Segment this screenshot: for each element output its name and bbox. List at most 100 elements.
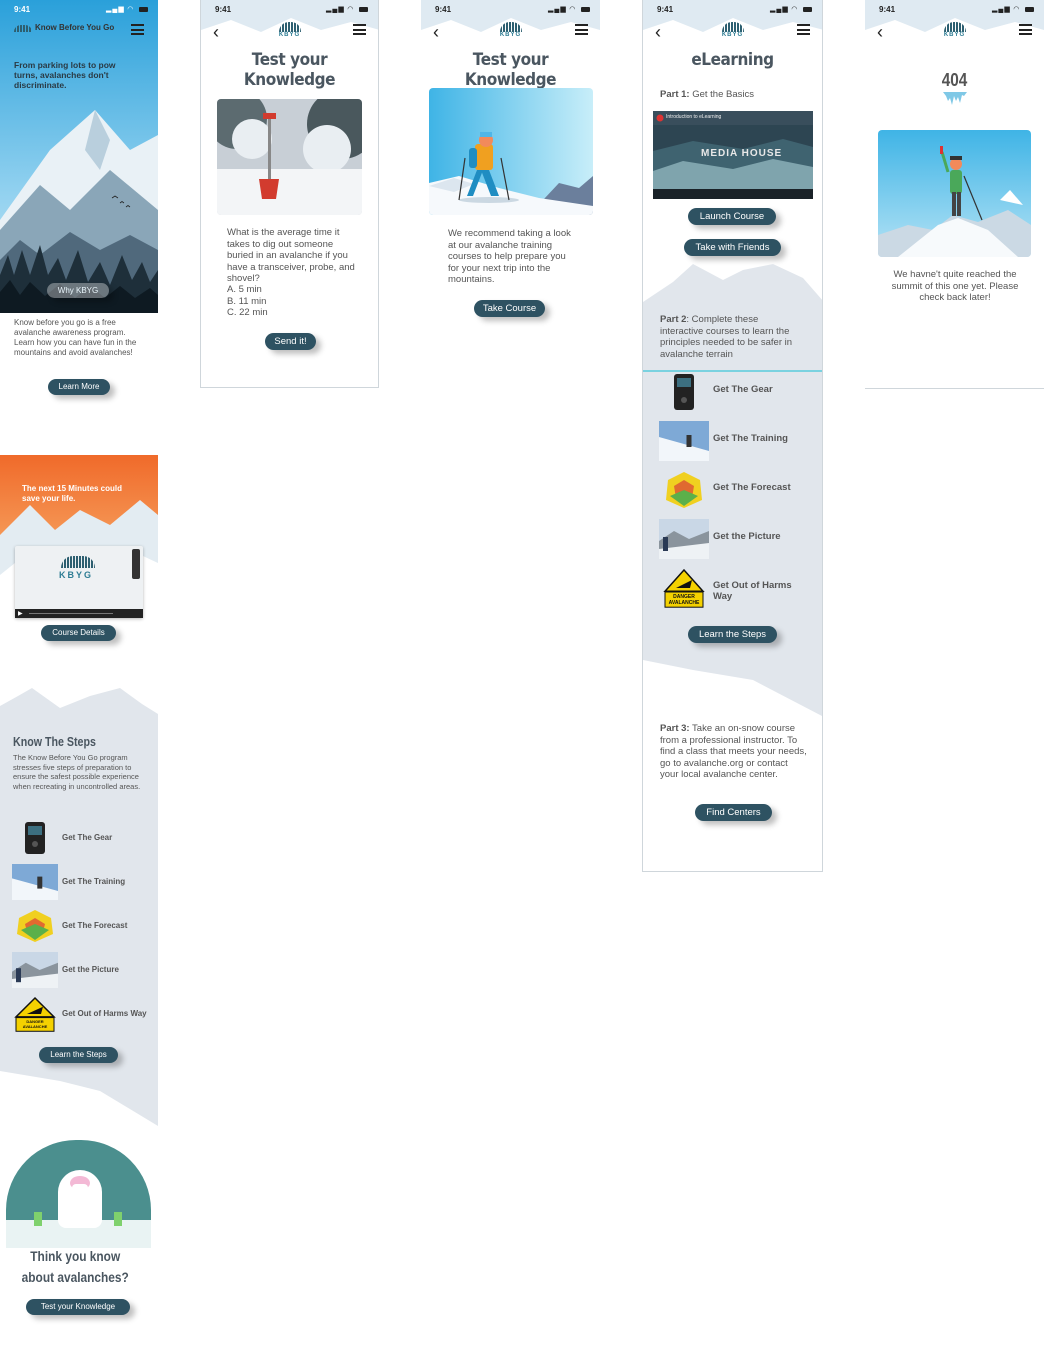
intro-text: Know before you go is a free avalanche a… [14,318,137,357]
error-code: 404 [941,70,968,90]
step-item[interactable]: Get The Forecast [12,908,152,952]
hamburger-menu-icon[interactable] [353,24,366,38]
kbyg-logo[interactable]: KBYG [721,22,745,38]
kbyg-logo[interactable]: KBYG [499,22,523,38]
logo-text: KBYG [278,32,301,38]
step-item[interactable]: DANGER AVALANCHE Get Out of Harms Way [12,996,152,1040]
learn-more-button[interactable]: Learn More [48,379,110,395]
learn-the-steps-button[interactable]: Learn the Steps [39,1047,118,1063]
back-arrow-icon[interactable]: ‹ [213,22,219,43]
summit-climber-illustration [878,130,1031,257]
answer-option[interactable]: B. 11 min [227,296,359,308]
icicles-icon [943,92,967,105]
status-icons: ▂▄▆ ◠ [548,5,590,13]
steps-intro: The Know Before You Go program stresses … [13,753,141,791]
hiker-illustration [429,88,593,215]
launch-course-button[interactable]: Launch Course [688,208,776,225]
video-brand-text: MEDIA HOUSE [701,148,783,159]
answer-option[interactable]: A. 5 min [227,284,359,296]
test-your-knowledge-button[interactable]: Test your Knowledge [26,1299,130,1315]
step-item[interactable]: Get The Forecast [659,470,819,514]
yeti-illustration [6,1140,151,1248]
kbyg-logo[interactable]: KBYG [278,22,302,38]
step-label: Get Out of Harms Way [713,580,792,602]
hero-text: From parking lots to pow turns, avalanch… [14,60,116,90]
logo-text: KBYG [721,32,744,38]
hamburger-menu-icon[interactable] [131,24,144,38]
danger-sign-text: DANGER AVALANCHE [22,1019,48,1029]
dome-logo-icon [721,22,744,32]
screen-quiz-result: 9:41 ▂▄▆ ◠ ‹ KBYG Test your Knowledge We … [421,0,600,388]
step-icon: DANGER AVALANCHE [659,568,709,608]
part2-text: Part 2: Complete these interactive cours… [660,314,800,360]
kbyg-logo[interactable]: KBYG [943,22,967,38]
progress-track[interactable] [29,613,113,614]
step-item[interactable]: Get the Picture [659,519,819,563]
take-with-friends-button[interactable]: Take with Friends [684,239,781,256]
step-item[interactable]: Get the Picture [12,952,152,996]
part2-label: Part 2 [660,314,687,325]
video-logo-dome-icon [61,556,95,568]
back-arrow-icon[interactable]: ‹ [433,22,439,43]
step-item[interactable]: DANGER AVALANCHE Get Out of Harms Way [659,568,819,612]
yeti-icon [58,1170,102,1228]
step-item[interactable]: Get The Training [12,864,152,908]
logo-text: KBYG [943,32,966,38]
step-icon [12,820,58,856]
video-side-controls [132,549,140,579]
recommendation-text: We recommend taking a look at our avalan… [448,228,571,285]
status-bar: 9:41 ▂▄▆ ◠ [865,0,1044,18]
dome-logo-icon [499,22,522,32]
why-kbyg-button[interactable]: Why KBYG [47,283,109,298]
forecast-map-icon [17,910,53,942]
answer-options: A. 5 min B. 11 min C. 22 min [227,284,359,319]
steps-heading: Know The Steps [13,734,96,749]
page-title: Test your Knowledge [464,50,557,90]
step-label: Get The Forecast [713,482,791,493]
status-time: 9:41 [215,5,232,14]
video-heading: The next 15 Minutes could save your life… [22,484,123,503]
mountain-photo-icon [12,952,58,988]
screen-elearning: 9:41 ▂▄▆ ◠ ‹ KBYG eLearning Part 1: Get t… [642,0,823,872]
intro-video-thumbnail[interactable]: KBYG ▶ [15,546,143,618]
hamburger-menu-icon[interactable] [1019,24,1032,38]
send-it-button[interactable]: Send it! [265,333,316,350]
step-label: Get The Training [62,877,126,886]
training-photo-icon [659,421,709,461]
hero-mountain-illustration [0,0,158,313]
screen-home: 9:41 ▂▄▆ ◠ Know Before You Go From parki… [0,0,158,1351]
status-icons: ▂▄▆ ◠ [992,5,1034,13]
learn-the-steps-button[interactable]: Learn the Steps [688,626,777,643]
find-centers-button[interactable]: Find Centers [695,804,772,821]
transceiver-icon [674,374,694,410]
status-bar: 9:41 ▂▄▆ ◠ [643,0,822,18]
dome-logo-icon [278,22,301,32]
status-time: 9:41 [879,5,896,14]
play-icon[interactable]: ▶ [18,610,23,617]
step-label: Get the Picture [62,965,119,974]
step-icon: DANGER AVALANCHE [12,996,58,1032]
step-item[interactable]: Get The Training [659,421,819,465]
step-icon [12,908,58,944]
step-icon [659,470,709,510]
hamburger-menu-icon[interactable] [797,24,810,38]
step-icon [659,519,709,559]
status-time: 9:41 [14,5,31,14]
hamburger-menu-icon[interactable] [575,24,588,38]
step-item[interactable]: Get The Gear [12,820,152,864]
step-item[interactable]: Get The Gear [659,372,819,416]
part3-label: Part 3: [660,723,690,734]
shovel-in-snow-photo [217,99,362,215]
step-label: Get The Training [713,433,788,444]
step-label: Get Out of Harms Way [62,1009,147,1018]
step-label: Get The Gear [62,833,113,842]
step-icon [12,864,58,900]
part1-line: Part 1: Get the Basics [660,89,754,100]
back-arrow-icon[interactable]: ‹ [877,22,883,43]
take-course-button[interactable]: Take Course [474,300,545,317]
back-arrow-icon[interactable]: ‹ [655,22,661,43]
answer-option[interactable]: C. 22 min [227,307,359,319]
video-control-bar[interactable]: ▶ [15,609,143,618]
course-details-button[interactable]: Course Details [41,625,116,641]
screen-quiz-question: 9:41 ▂▄▆ ◠ ‹ KBYG Test your Knowledge Wha… [200,0,379,388]
